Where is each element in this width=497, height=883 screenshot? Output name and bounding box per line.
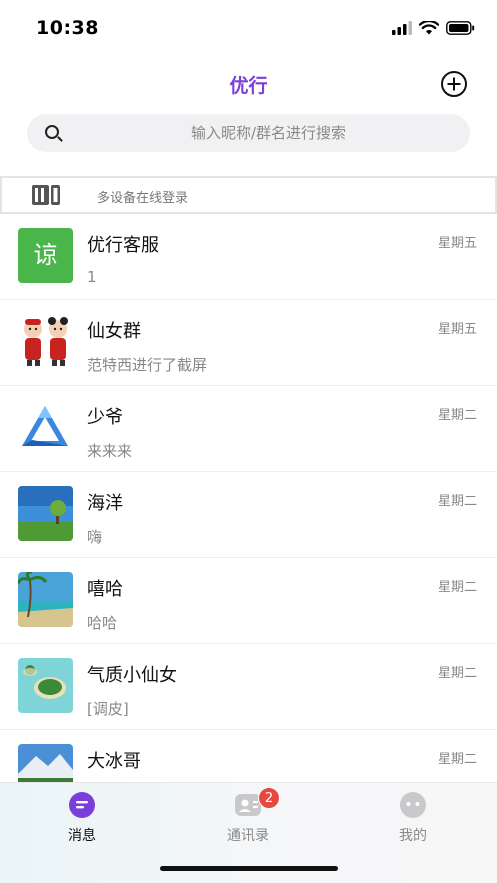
avatar: 谅 xyxy=(18,228,73,283)
chat-item[interactable]: 谅 优行客服 1 星期五 xyxy=(0,214,497,300)
chat-time: 星期二 xyxy=(437,666,477,681)
tab-label: 通讯录 xyxy=(227,828,269,844)
device-banner-text: 多设备在线登录 xyxy=(97,191,189,206)
wifi-icon xyxy=(418,19,440,39)
contacts-badge: 2 xyxy=(258,787,280,809)
search-icon xyxy=(45,125,59,139)
tab-me[interactable]: 我的 xyxy=(353,791,473,851)
signal-icon xyxy=(392,20,412,39)
chat-name: 少爷 xyxy=(87,407,123,428)
avatar xyxy=(18,400,73,455)
tab-label: 消息 xyxy=(68,828,96,844)
chat-item[interactable]: 气质小仙女 [调皮] 星期二 xyxy=(0,644,497,730)
tree-landscape-image xyxy=(18,486,73,541)
search-input[interactable] xyxy=(87,114,450,152)
page-title: 优行 xyxy=(229,75,268,97)
status-bar: 10:38 xyxy=(0,0,497,58)
chat-preview: 嗨 xyxy=(87,528,103,546)
status-icons xyxy=(392,19,475,39)
status-time: 10:38 xyxy=(36,17,99,39)
chat-time: 星期五 xyxy=(437,322,477,337)
header: 优行 xyxy=(0,58,497,110)
contacts-icon: 2 xyxy=(234,787,280,819)
chat-preview: 来来来 xyxy=(87,442,133,460)
chat-item[interactable]: 少爷 来来来 星期二 xyxy=(0,386,497,472)
tab-label: 我的 xyxy=(399,828,427,844)
chat-time: 星期二 xyxy=(437,752,477,767)
message-icon xyxy=(68,791,96,819)
avatar xyxy=(18,572,73,627)
cartoon-couple-image xyxy=(24,317,68,366)
beach-palm-image xyxy=(18,572,73,627)
chat-item[interactable]: 仙女群 范特西进行了截屏 星期五 xyxy=(0,300,497,386)
chat-preview: 1 xyxy=(87,268,97,286)
home-indicator xyxy=(160,866,338,871)
service-logo-text: 谅 xyxy=(33,241,58,269)
avatar xyxy=(18,744,73,782)
profile-icon xyxy=(399,791,427,819)
island-image xyxy=(18,658,73,713)
chat-item[interactable]: 嘻哈 哈哈 星期二 xyxy=(0,558,497,644)
chat-time: 星期二 xyxy=(437,580,477,595)
chat-item[interactable]: 大冰哥 星期二 xyxy=(0,730,497,782)
chat-time: 星期二 xyxy=(437,408,477,423)
mountain-image xyxy=(18,744,73,782)
chat-name: 仙女群 xyxy=(87,321,141,342)
chat-preview: [调皮] xyxy=(87,700,129,718)
avatar xyxy=(18,486,73,541)
chat-time: 星期二 xyxy=(437,494,477,509)
tab-messages[interactable]: 消息 xyxy=(22,791,142,851)
add-button[interactable] xyxy=(441,71,467,97)
chat-name: 大冰哥 xyxy=(87,751,141,772)
chat-name: 嘻哈 xyxy=(87,579,123,600)
chat-time: 星期五 xyxy=(437,236,477,251)
blue-triangle-image xyxy=(22,406,68,446)
chat-name: 优行客服 xyxy=(87,235,159,256)
chat-list: 谅 优行客服 1 星期五 仙女群 范特西进行了截屏 星期五 少爷 来来来 星期二… xyxy=(0,214,497,782)
chat-item[interactable]: 海洋 嗨 星期二 xyxy=(0,472,497,558)
chat-preview: 范特西进行了截屏 xyxy=(87,356,208,374)
chat-preview: 哈哈 xyxy=(87,614,118,632)
chat-name: 气质小仙女 xyxy=(87,665,177,686)
search-bar[interactable] xyxy=(27,114,470,152)
avatar xyxy=(18,314,73,369)
multi-device-banner[interactable]: 多设备在线登录 xyxy=(0,176,497,214)
battery-icon xyxy=(446,20,475,39)
tab-contacts[interactable]: 2 通讯录 xyxy=(188,787,308,851)
avatar xyxy=(18,658,73,713)
devices-icon xyxy=(32,185,60,205)
chat-name: 海洋 xyxy=(87,493,123,514)
